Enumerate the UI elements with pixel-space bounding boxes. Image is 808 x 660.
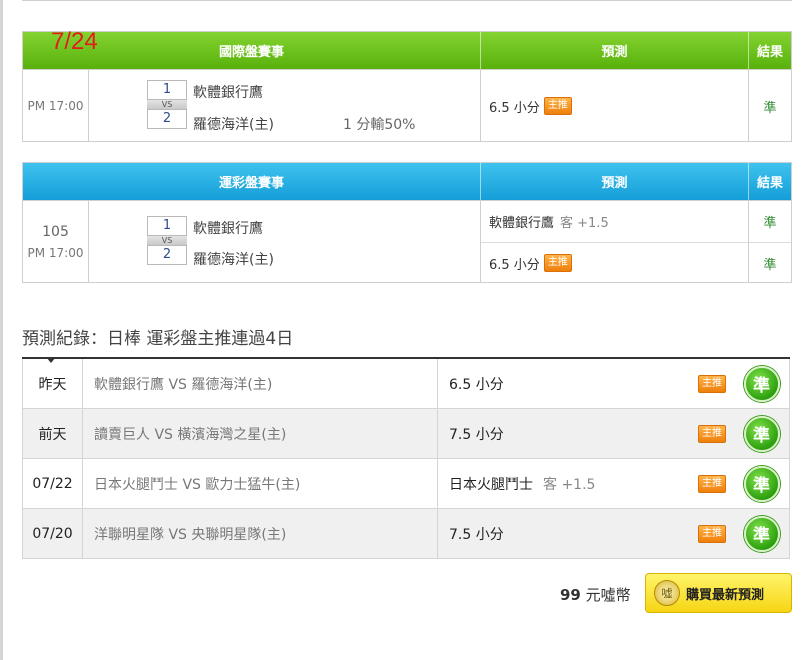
lottery-prediction-extra: 客 +1.5 [560, 216, 609, 231]
record-match: 洋聯明星隊 VS 央聯明星隊(主) [83, 509, 438, 558]
record-badge-cell: 主推 [674, 409, 734, 458]
buy-latest-prediction-button[interactable]: 噓 購買最新預測 [645, 573, 792, 613]
date-mark: 7/24 [51, 28, 98, 55]
intl-match-time: PM 17:00 [23, 70, 89, 141]
featured-badge: 主推 [698, 524, 726, 543]
record-row: 前天 讀賣巨人 VS 橫濱海灣之星(主) 7.5 小分 主推 準 [22, 409, 790, 459]
intl-handicap: 1 分輸50% [343, 117, 416, 133]
record-badge-cell: 主推 [674, 359, 734, 408]
record-result-cell: 準 [734, 409, 789, 458]
correct-result-icon: 準 [743, 515, 780, 552]
intl-table-header: 7/24 國際盤賽事 預測 結果 [23, 28, 791, 69]
coin-icon: 噓 [654, 580, 680, 606]
record-pointer-arrow [46, 357, 56, 363]
lottery-team2-number: 2 [147, 245, 187, 265]
intl-time-text: PM 17:00 [27, 98, 84, 113]
lottery-teams-cell: 1 VS 2 軟體銀行鷹 羅德海洋(主) [89, 201, 481, 282]
intl-odds-table: 7/24 國際盤賽事 預測 結果 PM 17:00 1 VS 2 軟體銀行鷹 羅… [22, 28, 792, 142]
record-match: 軟體銀行鷹 VS 羅德海洋(主) [83, 359, 438, 408]
record-table: 昨天 軟體銀行鷹 VS 羅德海洋(主) 6.5 小分 主推 準 前天 讀賣巨人 … [22, 357, 790, 559]
record-prediction-text: 7.5 小分 [449, 526, 504, 543]
price-amount: 99 [560, 586, 581, 604]
intl-header-result: 結果 [756, 45, 783, 60]
record-prediction: 日本火腿鬥士 客 +1.5 [438, 459, 674, 508]
featured-badge: 主推 [698, 424, 726, 443]
intl-teams-cell: 1 VS 2 軟體銀行鷹 羅德海洋(主) 1 分輸50% [89, 70, 481, 141]
lottery-prediction-row: 軟體銀行鷹 客 +1.5 [481, 201, 748, 242]
lottery-result-text: 準 [749, 242, 791, 283]
intl-vs-label: VS [147, 100, 187, 109]
record-row: 07/20 洋聯明星隊 VS 央聯明星隊(主) 7.5 小分 主推 準 [22, 509, 790, 559]
intl-match-row: PM 17:00 1 VS 2 軟體銀行鷹 羅德海洋(主) 1 分輸50% 6.… [23, 69, 791, 141]
price-unit: 元噓幣 [585, 586, 631, 604]
record-result-cell: 準 [734, 509, 789, 558]
lottery-prediction-row: 6.5 小分 主推 [481, 242, 748, 283]
record-title: 預測紀錄：日棒 運彩盤主推連過4日 [22, 329, 294, 349]
lottery-game-number: 105 [42, 223, 69, 240]
lottery-result-text: 準 [763, 216, 777, 231]
intl-prediction-text: 6.5 小分 [489, 100, 540, 116]
intl-prediction-cell: 6.5 小分 主推 [481, 70, 749, 141]
lottery-header-result: 結果 [756, 176, 783, 191]
lottery-team2-name: 羅德海洋(主) [193, 252, 274, 268]
featured-badge: 主推 [543, 97, 572, 115]
record-prediction: 7.5 小分 [438, 509, 674, 558]
record-prediction: 7.5 小分 [438, 409, 674, 458]
record-day: 前天 [23, 409, 83, 458]
intl-header-game: 7/24 國際盤賽事 [23, 28, 481, 69]
record-result-cell: 準 [734, 459, 789, 508]
lottery-result-cell: 準 準 [749, 201, 791, 282]
intl-team2-number: 2 [147, 109, 187, 129]
record-prediction-extra: 客 +1.5 [543, 476, 596, 493]
record-day: 07/20 [23, 509, 83, 558]
record-prediction: 6.5 小分 [438, 359, 674, 408]
record-row: 07/22 日本火腿鬥士 VS 歐力士猛牛(主) 日本火腿鬥士 客 +1.5 主… [22, 459, 790, 509]
intl-team2-name: 羅德海洋(主) [193, 117, 274, 133]
lottery-team-number-box: 1 VS 2 [147, 216, 187, 265]
featured-badge: 主推 [698, 474, 726, 493]
record-badge-cell: 主推 [674, 509, 734, 558]
left-border [0, 0, 3, 660]
intl-result-text: 準 [763, 100, 777, 116]
intl-header-game-label: 國際盤賽事 [218, 45, 284, 60]
lottery-prediction-cell: 軟體銀行鷹 客 +1.5 6.5 小分 主推 [481, 201, 749, 282]
lottery-prediction-text: 軟體銀行鷹 [489, 216, 555, 231]
lottery-header-prediction: 預測 [481, 163, 749, 200]
record-result-cell: 準 [734, 359, 789, 408]
lottery-header-game: 運彩盤賽事 [23, 163, 481, 200]
lottery-team1-name: 軟體銀行鷹 [193, 221, 263, 237]
correct-result-icon: 準 [743, 465, 780, 502]
record-prediction-text: 7.5 小分 [449, 426, 504, 443]
lottery-odds-table: 運彩盤賽事 預測 結果 105 PM 17:00 1 VS 2 軟體銀行鷹 羅德… [22, 162, 792, 283]
record-badge-cell: 主推 [674, 459, 734, 508]
correct-result-icon: 準 [743, 415, 780, 452]
lottery-time-text: PM 17:00 [27, 245, 84, 260]
record-day: 昨天 [23, 359, 83, 408]
intl-team1-number: 1 [147, 80, 187, 100]
price-label: 99 元噓幣 [560, 584, 631, 605]
record-match: 日本火腿鬥士 VS 歐力士猛牛(主) [83, 459, 438, 508]
lottery-prediction-text: 6.5 小分 [489, 257, 540, 273]
featured-badge: 主推 [698, 374, 726, 393]
lottery-vs-label: VS [147, 236, 187, 245]
record-prediction-text: 6.5 小分 [449, 376, 504, 393]
lottery-match-time: 105 PM 17:00 [23, 201, 89, 282]
intl-result-cell: 準 [749, 70, 791, 141]
record-row: 昨天 軟體銀行鷹 VS 羅德海洋(主) 6.5 小分 主推 準 [22, 359, 790, 409]
intl-team1-name: 軟體銀行鷹 [193, 85, 263, 101]
top-border [22, 0, 792, 1]
lottery-team1-number: 1 [147, 216, 187, 236]
buy-button-label: 購買最新預測 [686, 587, 765, 603]
intl-header-prediction: 預測 [481, 32, 749, 69]
intl-team-number-box: 1 VS 2 [147, 80, 187, 129]
record-day: 07/22 [23, 459, 83, 508]
record-prediction-text: 日本火腿鬥士 [449, 476, 533, 493]
intl-prediction-row: 6.5 小分 主推 [481, 70, 748, 142]
correct-result-icon: 準 [743, 365, 780, 402]
lottery-table-header: 運彩盤賽事 預測 結果 [23, 163, 791, 200]
record-match: 讀賣巨人 VS 橫濱海灣之星(主) [83, 409, 438, 458]
lottery-match-row: 105 PM 17:00 1 VS 2 軟體銀行鷹 羅德海洋(主) 軟體銀行鷹 … [23, 200, 791, 282]
featured-badge: 主推 [543, 254, 572, 272]
